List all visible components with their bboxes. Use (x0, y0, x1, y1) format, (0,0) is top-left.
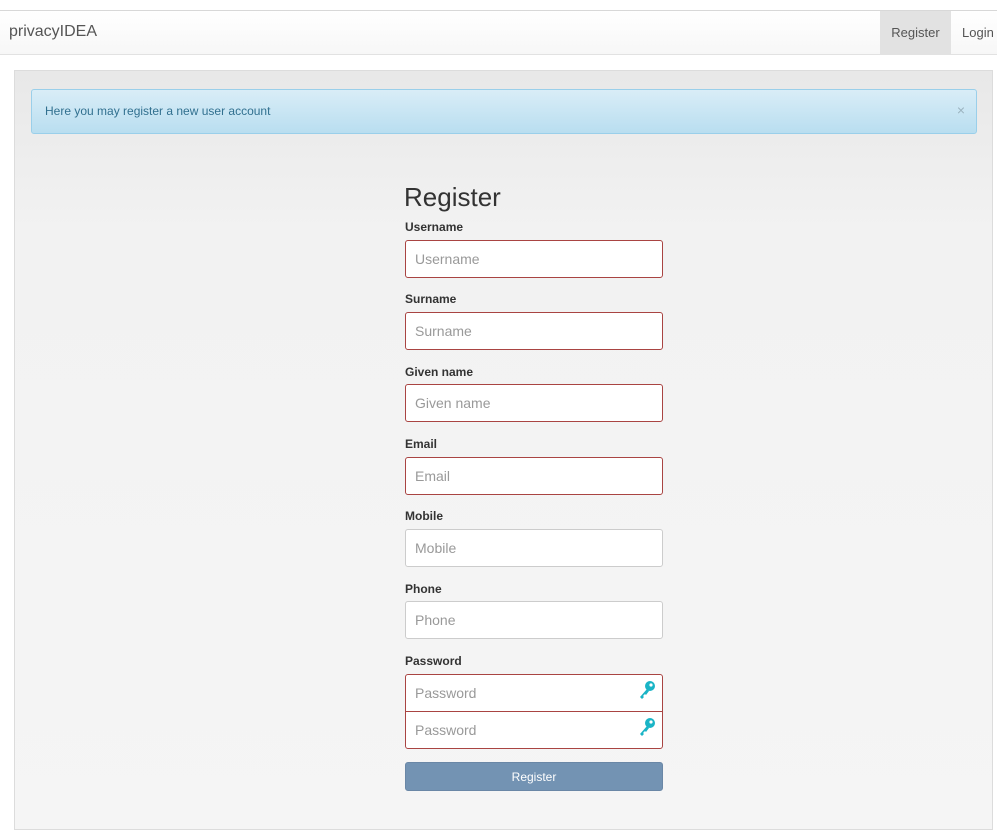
navbar: privacyIDEA Register Login (0, 11, 997, 55)
alert-message: Here you may register a new user account (45, 104, 271, 118)
brand-logo[interactable]: privacyIDEA (9, 23, 97, 41)
close-icon[interactable]: × (957, 90, 965, 130)
email-label: Email (405, 437, 438, 451)
password-input[interactable] (405, 674, 663, 712)
givenname-label: Given name (405, 365, 474, 379)
mobile-label: Mobile (405, 509, 443, 523)
surname-label: Surname (405, 292, 457, 306)
key-icon (637, 717, 657, 737)
username-input[interactable] (405, 240, 663, 278)
mobile-input[interactable] (405, 529, 663, 567)
email-input[interactable] (405, 457, 663, 495)
phone-label: Phone (405, 582, 442, 596)
page-title: Register (404, 182, 501, 212)
phone-input[interactable] (405, 601, 663, 639)
password-confirm-input[interactable] (405, 711, 663, 749)
nav-login[interactable]: Login (962, 11, 994, 54)
info-alert: Here you may register a new user account… (31, 89, 977, 134)
password-label: Password (405, 654, 462, 668)
key-icon (637, 680, 657, 700)
surname-input[interactable] (405, 312, 663, 350)
givenname-input[interactable] (405, 384, 663, 422)
register-button[interactable]: Register (405, 762, 663, 791)
username-label: Username (405, 220, 464, 234)
nav-register[interactable]: Register (880, 11, 951, 54)
